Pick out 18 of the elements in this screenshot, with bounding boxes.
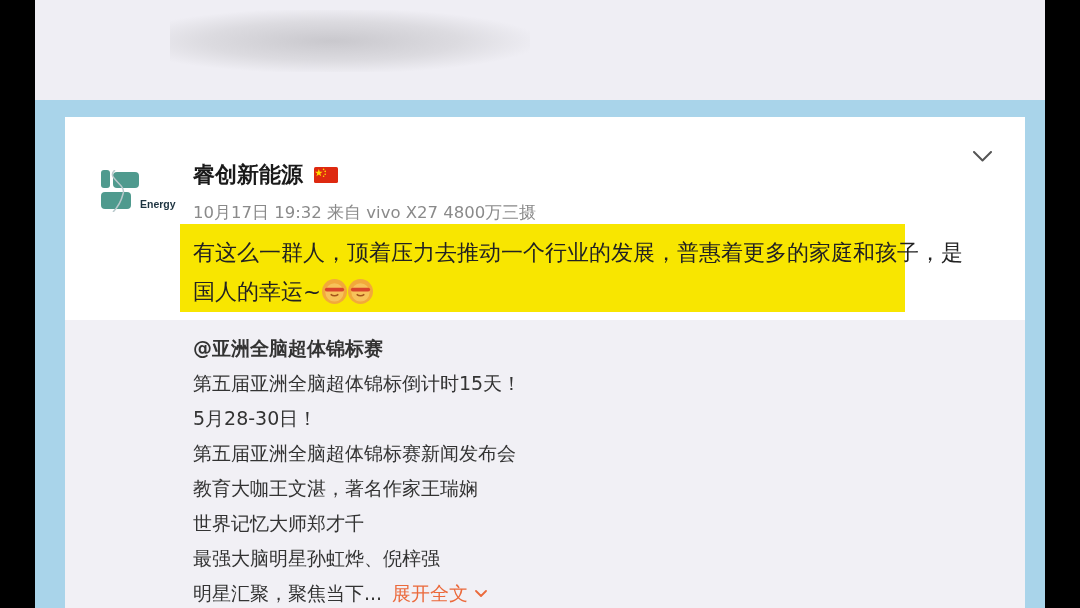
mention-link[interactable]: @亚洲全脑超体锦标赛 — [193, 334, 383, 362]
repost-line: 世界记忆大师郑才千 — [193, 511, 364, 536]
repost-line: 第五届亚洲全脑超体锦标倒计时15天！ — [193, 371, 522, 396]
cheer-emoji-icon — [348, 279, 373, 304]
author-name[interactable]: 睿创新能源 — [193, 160, 303, 190]
post-text: 国人的幸运~ — [193, 277, 321, 306]
logo-icon — [101, 170, 139, 212]
chevron-down-icon[interactable] — [973, 151, 992, 162]
flag-icon — [314, 166, 338, 184]
repost-line: 教育大咖王文湛，著名作家王瑞娴 — [193, 476, 478, 501]
repost-line: 明星汇聚，聚焦当下... — [193, 581, 383, 606]
repost-line: 5月28-30日！ — [193, 406, 318, 431]
repost-line: 最强大脑明星孙虹烨、倪梓强 — [193, 546, 440, 571]
post-meta: 10月17日 19:32 来自 vivo X27 4800万三摄 — [193, 202, 538, 224]
logo-text: Energy — [140, 198, 176, 210]
chevron-down-icon — [475, 589, 488, 597]
repost-line: 第五届亚洲全脑超体锦标赛新闻发布会 — [193, 441, 516, 466]
cheer-emoji-icon — [322, 279, 347, 304]
